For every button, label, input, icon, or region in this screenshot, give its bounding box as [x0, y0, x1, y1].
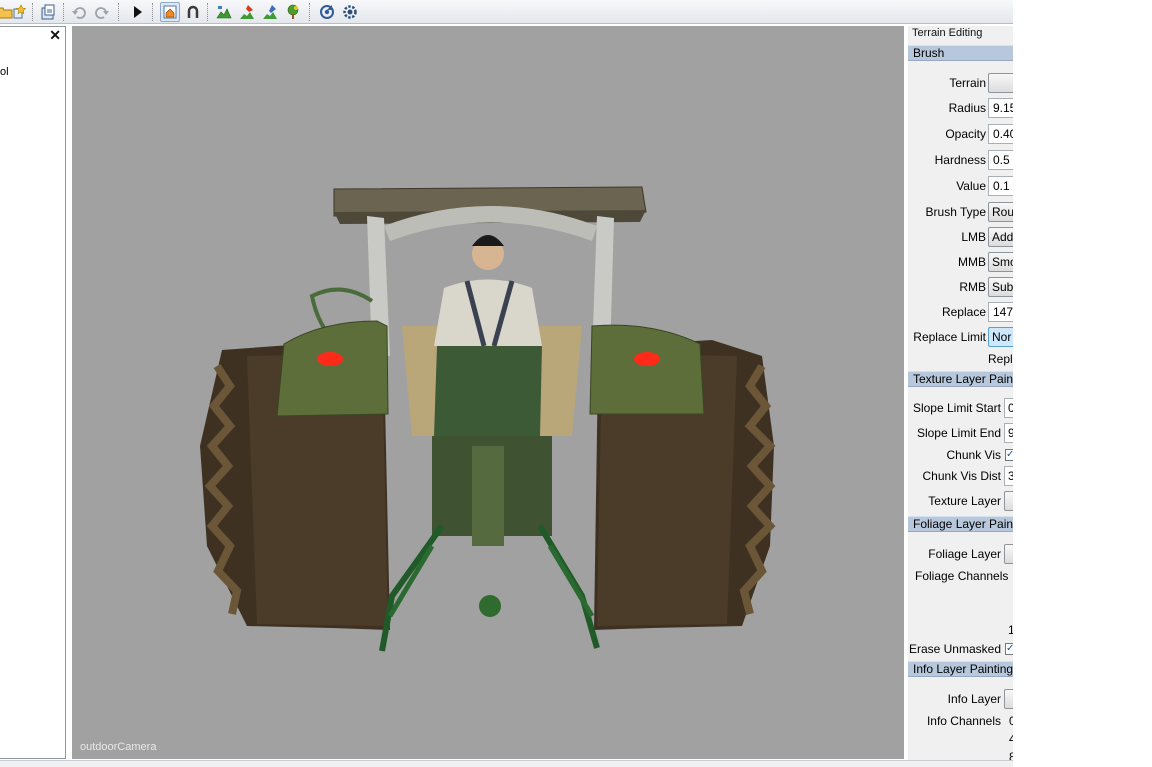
redo-icon — [95, 7, 109, 19]
info-channels-label: Info Channels — [926, 714, 1001, 728]
refresh-button[interactable] — [317, 2, 337, 22]
terrain-paint-icon — [240, 5, 254, 19]
new-object-button[interactable] — [9, 2, 29, 22]
gear-icon — [343, 5, 357, 19]
replace-partial-label: Repla — [988, 352, 1013, 366]
foliage-channel-value: 1 — [1008, 623, 1013, 637]
camera-name-label: outdoorCamera — [80, 741, 157, 753]
replace-label: Replace — [941, 305, 986, 319]
house-icon — [163, 5, 177, 19]
value-field[interactable]: 0.1 — [988, 176, 1013, 196]
rmb-dropdown[interactable]: Subt — [988, 277, 1013, 297]
foliage-layer-label: Foliage Layer — [928, 547, 1001, 561]
undo-button[interactable] — [69, 2, 89, 22]
info-channel-value-1: 0 — [1009, 714, 1013, 728]
brush-section-header[interactable]: Brush — [908, 45, 1013, 61]
terrain-sculpt-icon — [263, 5, 277, 19]
tractor-render — [200, 186, 776, 652]
status-bar — [0, 760, 1013, 767]
info-channel-value-3: 8 — [1009, 750, 1013, 760]
chunk-vis-dist-field[interactable]: 3 — [1004, 466, 1013, 486]
info-layer-button[interactable] — [1004, 689, 1013, 709]
panel-title: Terrain Editing — [912, 27, 983, 39]
erase-unmasked-checkbox[interactable]: ✓ — [1005, 643, 1013, 655]
terrain-tool-button[interactable] — [214, 2, 234, 22]
chunk-vis-label: Chunk Vis — [946, 448, 1001, 462]
mmb-label: MMB — [958, 255, 986, 269]
scene-tree-panel: ✕ ol — [0, 26, 66, 759]
hardness-field[interactable]: 0.5 — [988, 150, 1013, 170]
radius-field[interactable]: 9.15 — [988, 98, 1013, 118]
magnet-button[interactable] — [183, 2, 203, 22]
terrain-paint-button[interactable] — [237, 2, 257, 22]
foliage-channels-label: Foliage Channels — [915, 569, 1009, 583]
lmb-label: LMB — [961, 230, 986, 244]
brush-type-label: Brush Type — [925, 205, 986, 219]
undo-icon — [72, 7, 86, 19]
info-layer-label: Info Layer — [947, 692, 1001, 706]
3d-viewport[interactable]: outdoorCamera — [72, 26, 904, 759]
opacity-label: Opacity — [945, 127, 986, 141]
foliage-tool-button[interactable] — [283, 2, 303, 22]
tree-icon — [287, 4, 299, 19]
replace-limit-label: Replace Limit — [913, 330, 986, 344]
texture-layer-section-header[interactable]: Texture Layer Paint — [908, 371, 1013, 387]
play-button[interactable] — [127, 2, 147, 22]
texture-layer-button[interactable] — [1004, 491, 1013, 511]
lmb-dropdown[interactable]: Add — [988, 227, 1013, 247]
terrain-icon — [216, 6, 232, 19]
settings-button[interactable] — [340, 2, 360, 22]
chunk-vis-checkbox[interactable]: ✓ — [1005, 449, 1013, 461]
replace-field[interactable]: 147. — [988, 302, 1013, 322]
magnet-icon — [187, 5, 199, 18]
opacity-field[interactable]: 0.40 — [988, 124, 1013, 144]
save-button[interactable] — [38, 2, 58, 22]
close-panel-button[interactable]: ✕ — [49, 28, 61, 42]
hardness-label: Hardness — [934, 153, 986, 167]
select-tool-button[interactable] — [160, 2, 180, 22]
chunk-vis-dist-label: Chunk Vis Dist — [922, 469, 1001, 483]
play-icon — [134, 6, 142, 18]
main-toolbar — [0, 0, 1013, 24]
slope-limit-end-field[interactable]: 9 — [1004, 423, 1013, 443]
info-channel-value-2: 4 — [1009, 732, 1013, 746]
redo-button[interactable] — [92, 2, 112, 22]
foliage-layer-button[interactable] — [1004, 544, 1013, 564]
slope-limit-end-label: Slope Limit End — [916, 426, 1001, 440]
mmb-dropdown[interactable]: Smo — [988, 252, 1013, 272]
info-layer-section-header[interactable]: Info Layer Painting — [908, 661, 1013, 677]
slope-limit-start-label: Slope Limit Start — [912, 401, 1001, 415]
terrain-editing-panel: Terrain Editing Brush Terrain Radius 9.1… — [908, 26, 1013, 763]
radius-label: Radius — [948, 101, 986, 115]
value-label: Value — [956, 179, 986, 193]
save-icon — [41, 4, 55, 20]
rmb-label: RMB — [959, 280, 986, 294]
tree-item-label[interactable]: ol — [0, 66, 9, 78]
terrain-sculpt-button[interactable] — [260, 2, 280, 22]
slope-limit-start-field[interactable]: 0 — [1004, 398, 1013, 418]
refresh-icon — [320, 5, 334, 19]
terrain-label: Terrain — [949, 76, 986, 90]
erase-unmasked-label: Erase Unmasked — [908, 642, 1001, 656]
brush-type-dropdown[interactable]: Rou — [988, 202, 1013, 222]
replace-limit-dropdown[interactable]: Nor — [988, 327, 1013, 347]
new-file-icon — [13, 4, 27, 19]
terrain-select-button[interactable] — [988, 73, 1013, 93]
texture-layer-label: Texture Layer — [928, 494, 1001, 508]
foliage-layer-section-header[interactable]: Foliage Layer Paint — [908, 516, 1013, 532]
